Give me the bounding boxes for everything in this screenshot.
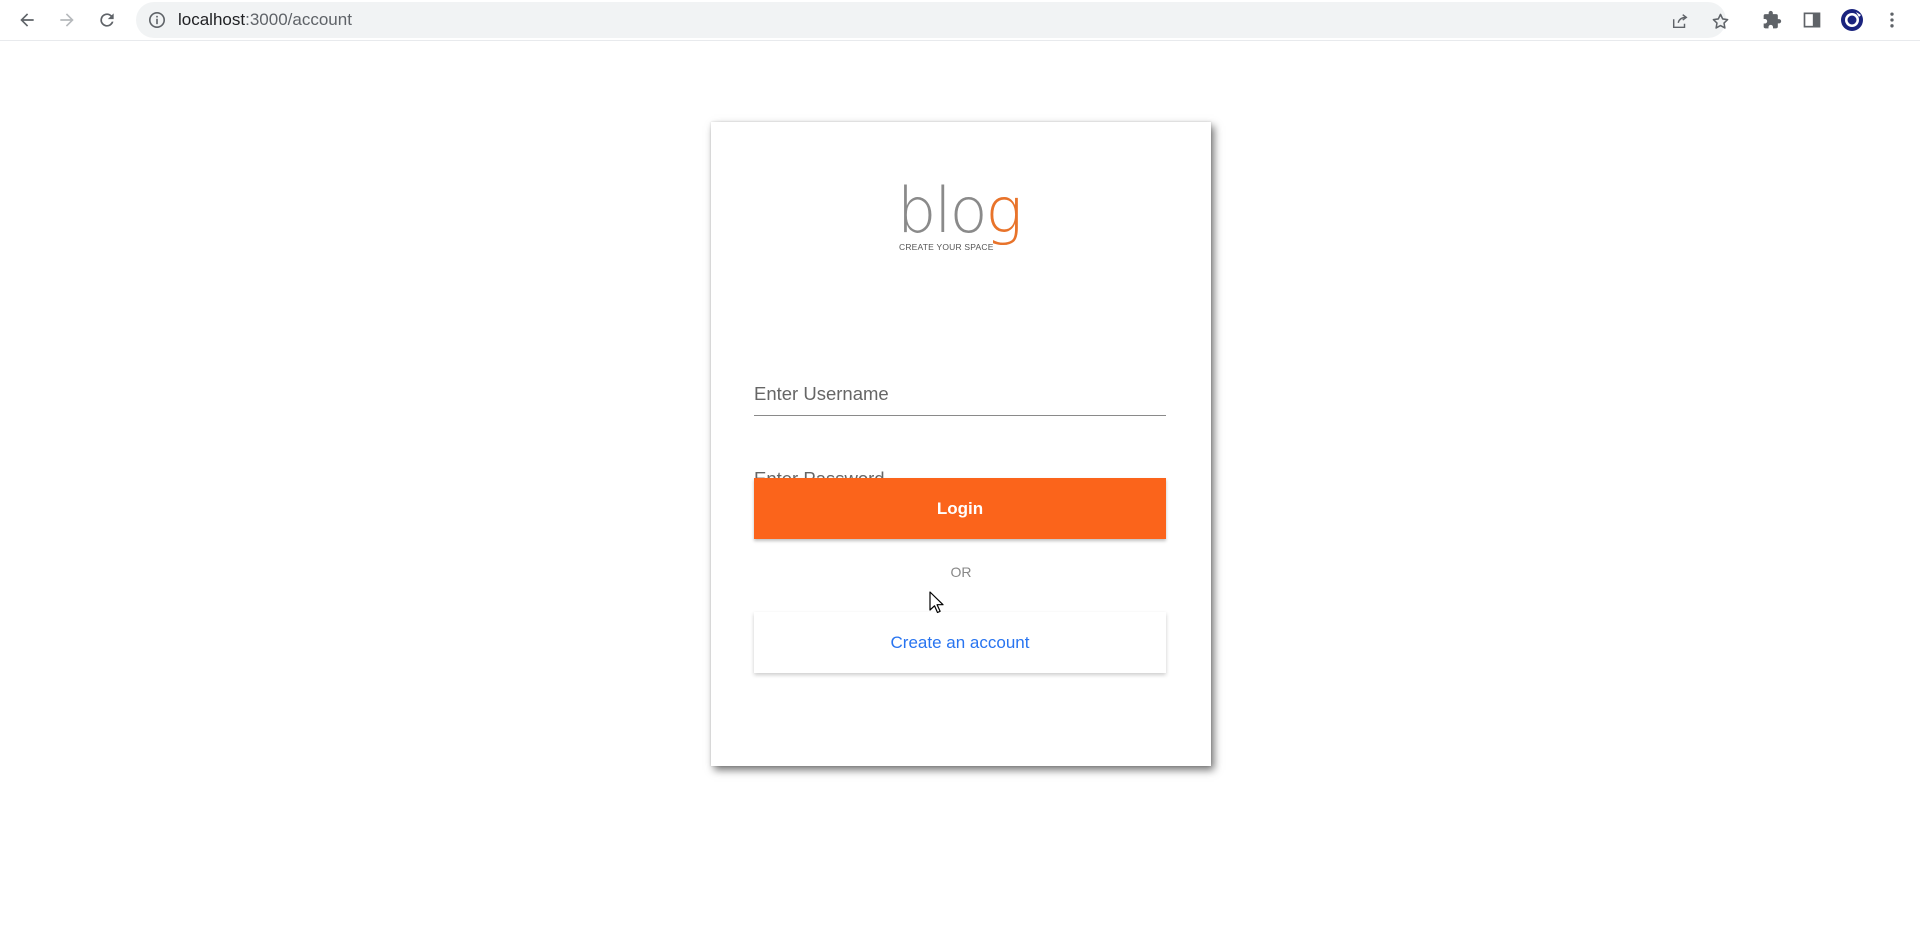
logo-wordmark: blog xyxy=(897,180,1023,242)
back-button[interactable] xyxy=(11,4,43,36)
address-bar[interactable]: localhost:3000/account xyxy=(136,2,1728,38)
logo-tagline: CREATE YOUR SPACE xyxy=(899,242,994,252)
url-host: localhost xyxy=(178,10,246,29)
logo-word-accent: g xyxy=(985,174,1023,247)
browser-toolbar: localhost:3000/account xyxy=(0,0,1920,41)
kebab-menu-icon[interactable] xyxy=(1880,8,1904,32)
mouse-cursor-icon xyxy=(929,591,944,614)
url-path: :3000/account xyxy=(245,10,352,29)
arrow-right-icon xyxy=(60,13,74,27)
side-panel-icon[interactable] xyxy=(1800,8,1824,32)
forward-button[interactable] xyxy=(51,4,83,36)
username-input[interactable] xyxy=(754,379,1166,409)
or-divider-text: OR xyxy=(950,564,972,580)
url-text[interactable]: localhost:3000/account xyxy=(178,2,352,38)
create-account-button[interactable]: Create an account xyxy=(754,612,1166,673)
blog-logo: blog CREATE YOUR SPACE xyxy=(897,180,1029,253)
logo-word-main: blo xyxy=(897,174,988,247)
profile-avatar-icon[interactable] xyxy=(1840,8,1864,32)
login-button[interactable]: Login xyxy=(754,478,1166,539)
info-icon[interactable] xyxy=(148,11,166,29)
puzzle-icon[interactable] xyxy=(1760,8,1784,32)
username-field[interactable] xyxy=(754,368,1166,416)
login-card: blog CREATE YOUR SPACE Login OR Create a… xyxy=(711,122,1211,766)
reload-icon xyxy=(100,13,114,27)
star-icon[interactable] xyxy=(1710,11,1730,31)
share-icon[interactable] xyxy=(1670,11,1690,31)
arrow-left-icon xyxy=(20,13,34,27)
reload-button[interactable] xyxy=(91,4,123,36)
